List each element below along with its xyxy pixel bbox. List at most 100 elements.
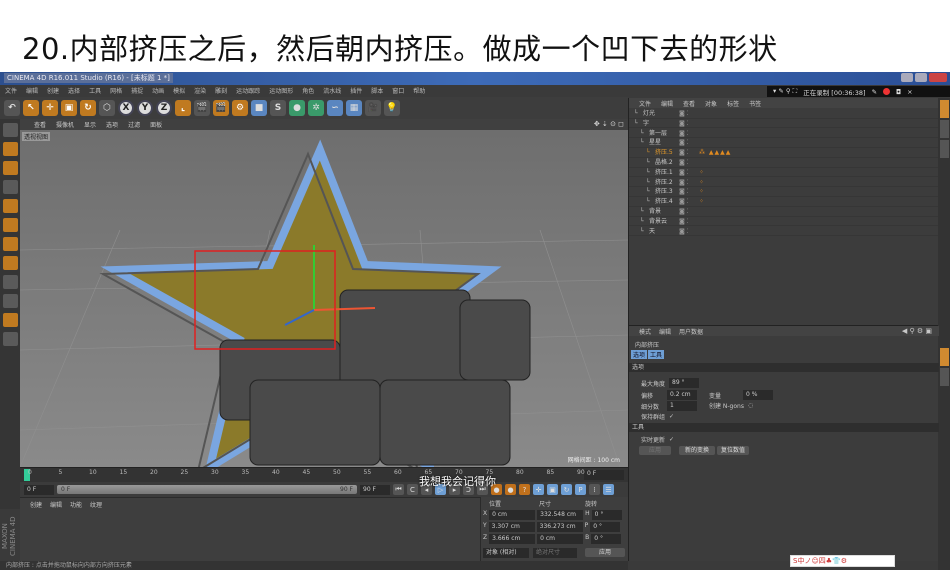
menu-item[interactable]: 选择 bbox=[68, 86, 80, 96]
object-row[interactable]: 星星 └ ◙ ⁚ bbox=[629, 138, 939, 148]
axis-mode-icon[interactable] bbox=[2, 256, 18, 270]
material-menu-item[interactable]: 创建 bbox=[30, 500, 42, 509]
visibility-flags-icon[interactable]: ◙ ⁚ bbox=[679, 148, 689, 158]
key-param-icon[interactable]: P bbox=[575, 484, 586, 495]
visibility-flags-icon[interactable]: ◙ ⁚ bbox=[679, 138, 689, 148]
material-menu-item[interactable]: 编辑 bbox=[50, 500, 62, 509]
object-row[interactable]: 背景云 └ ◙ ⁚ bbox=[629, 217, 939, 227]
layers-icon[interactable] bbox=[2, 332, 18, 346]
material-manager[interactable]: 创建 编辑 功能 纹理 bbox=[20, 497, 480, 561]
menu-item[interactable]: 插件 bbox=[350, 86, 362, 96]
prev-key-icon[interactable]: C bbox=[407, 484, 418, 495]
auto-key-icon[interactable]: ● bbox=[505, 484, 516, 495]
key-position-icon[interactable]: ✛ bbox=[533, 484, 544, 495]
menu-item[interactable]: 动画 bbox=[152, 86, 164, 96]
points-mode-icon[interactable] bbox=[2, 199, 18, 213]
polygons-mode-icon[interactable] bbox=[2, 237, 18, 251]
visibility-flags-icon[interactable]: ◙ ⁚ bbox=[679, 187, 689, 197]
max-angle-field[interactable]: 89 ° bbox=[669, 378, 700, 388]
axis-y-toggle[interactable]: Y bbox=[137, 100, 153, 116]
start-frame-field[interactable]: 0 F bbox=[24, 484, 54, 495]
tab-objects[interactable] bbox=[939, 100, 949, 118]
array-icon[interactable]: ✲ bbox=[308, 100, 324, 116]
menu-item[interactable]: 渲染 bbox=[194, 86, 206, 96]
material-menu-item[interactable]: 纹理 bbox=[90, 500, 102, 509]
minimize-button[interactable] bbox=[901, 73, 913, 82]
reset-values-button[interactable]: 复位数值 bbox=[717, 446, 749, 455]
workplane-icon[interactable] bbox=[2, 180, 18, 194]
menu-item[interactable]: 窗口 bbox=[392, 86, 404, 96]
record-button[interactable] bbox=[883, 88, 891, 95]
object-menu-item[interactable]: 书签 bbox=[749, 99, 761, 108]
menu-item[interactable]: 捕捉 bbox=[131, 86, 143, 96]
realtime-update-checkbox[interactable]: ✓ bbox=[669, 436, 674, 443]
new-transform-button[interactable]: 新的变换 bbox=[679, 446, 715, 455]
object-row[interactable]: 灯光 └ ◙ ⁚ bbox=[629, 109, 939, 119]
undo-icon[interactable]: ↶ bbox=[4, 100, 20, 116]
quantize-icon[interactable] bbox=[2, 313, 18, 327]
tab-attributes[interactable] bbox=[939, 348, 949, 366]
subdivision-field[interactable]: 1 bbox=[667, 401, 697, 411]
visibility-flags-icon[interactable]: ◙ ⁚ bbox=[679, 158, 689, 168]
tab-content-browser[interactable] bbox=[939, 120, 949, 138]
render-picture-viewer-icon[interactable]: 🎬 bbox=[213, 100, 229, 116]
viewport-scene[interactable] bbox=[20, 130, 628, 467]
light-icon[interactable]: 💡 bbox=[384, 100, 400, 116]
menu-item[interactable]: 流水线 bbox=[323, 86, 341, 96]
object-menu-item[interactable]: 对象 bbox=[705, 99, 717, 108]
object-tags[interactable]: ⁂ ▲▲▲▲ bbox=[699, 148, 731, 158]
render-settings-icon[interactable]: ⚙ bbox=[232, 100, 248, 116]
visibility-flags-icon[interactable]: ◙ ⁚ bbox=[679, 178, 689, 188]
rotation-field[interactable]: 0 ° bbox=[591, 510, 622, 520]
tweak-icon[interactable] bbox=[2, 275, 18, 289]
object-row[interactable]: 挤压.1 └ ◙ ⁚ ⁘ bbox=[629, 168, 939, 178]
coordinate-system-icon[interactable]: ⌞ bbox=[175, 100, 191, 116]
floor-icon[interactable]: ▦ bbox=[346, 100, 362, 116]
position-field[interactable]: 3.666 cm bbox=[489, 534, 536, 544]
recording-tools-icon[interactable]: ▾ ✎ ⚲ ⛶ bbox=[773, 87, 797, 96]
key-selection-icon[interactable]: ? bbox=[519, 484, 530, 495]
menu-item[interactable]: 运动跟踪 bbox=[236, 86, 260, 96]
menu-item[interactable]: 帮助 bbox=[413, 86, 425, 96]
timeline[interactable]: 0 F 0 5 10 15 20 25 30 35 40 45 50 55 60 65 70 75 80 85 90 bbox=[20, 467, 628, 482]
position-field[interactable]: 0 cm bbox=[489, 510, 536, 520]
menu-item[interactable]: 网格 bbox=[110, 86, 122, 96]
rotation-field[interactable]: 0 ° bbox=[591, 534, 622, 544]
make-editable-icon[interactable] bbox=[2, 123, 18, 137]
tab-tool[interactable]: 工具 bbox=[648, 350, 665, 359]
menu-item[interactable]: 脚本 bbox=[371, 86, 383, 96]
spline-pen-icon[interactable]: S bbox=[270, 100, 286, 116]
close-icon[interactable]: × bbox=[907, 88, 912, 96]
visibility-flags-icon[interactable]: ◙ ⁚ bbox=[679, 168, 689, 178]
attribute-nav-icons[interactable]: ◀ ⚲ ⚙ ▣ bbox=[902, 327, 932, 335]
pen-icon[interactable]: ✎ bbox=[872, 88, 877, 96]
size-mode-select[interactable]: 绝对尺寸 bbox=[533, 548, 577, 558]
attribute-menu-item[interactable]: 用户数据 bbox=[679, 327, 703, 336]
key-pla-icon[interactable]: ⁞ bbox=[589, 484, 600, 495]
visibility-flags-icon[interactable]: ◙ ⁚ bbox=[679, 119, 689, 129]
visibility-flags-icon[interactable]: ◙ ⁚ bbox=[679, 129, 689, 139]
viewport-menu-item[interactable]: 过滤 bbox=[128, 120, 140, 129]
attribute-menu-item[interactable]: 编辑 bbox=[659, 327, 671, 336]
viewport[interactable]: 查看 摄像机 显示 选项 过滤 面板 ✥ ⇣ ⊙ ◻ 透视视图 网格间距 : 100 cm bbox=[20, 119, 628, 467]
current-frame-field[interactable]: 0 F bbox=[584, 470, 624, 480]
object-row[interactable]: 字 └ ◙ ⁚ bbox=[629, 119, 939, 129]
viewport-menu-item[interactable]: 面板 bbox=[150, 120, 162, 129]
visibility-flags-icon[interactable]: ◙ ⁚ bbox=[679, 207, 689, 217]
menu-item[interactable]: 工具 bbox=[89, 86, 101, 96]
object-row[interactable]: 挤压.4 └ ◙ ⁚ ⁘ bbox=[629, 197, 939, 207]
object-menu-item[interactable]: 查看 bbox=[683, 99, 695, 108]
object-row[interactable]: 晶格.2 └ ◙ ⁚ bbox=[629, 158, 939, 168]
deformer-icon[interactable]: ∽ bbox=[327, 100, 343, 116]
viewport-menu-item[interactable]: 选项 bbox=[106, 120, 118, 129]
axis-z-toggle[interactable]: Z bbox=[156, 100, 172, 116]
camera-icon[interactable]: ◘ bbox=[896, 88, 901, 96]
viewport-menu-item[interactable]: 查看 bbox=[34, 120, 46, 129]
visibility-flags-icon[interactable]: ◙ ⁚ bbox=[679, 227, 689, 237]
tab-layers[interactable] bbox=[939, 368, 949, 386]
edges-mode-icon[interactable] bbox=[2, 218, 18, 232]
size-field[interactable]: 332.548 cm bbox=[537, 510, 584, 520]
scale-tool-icon[interactable]: ▣ bbox=[61, 100, 77, 116]
go-to-start-icon[interactable]: ⏮ bbox=[393, 484, 404, 495]
object-menu-item[interactable]: 文件 bbox=[639, 99, 651, 108]
